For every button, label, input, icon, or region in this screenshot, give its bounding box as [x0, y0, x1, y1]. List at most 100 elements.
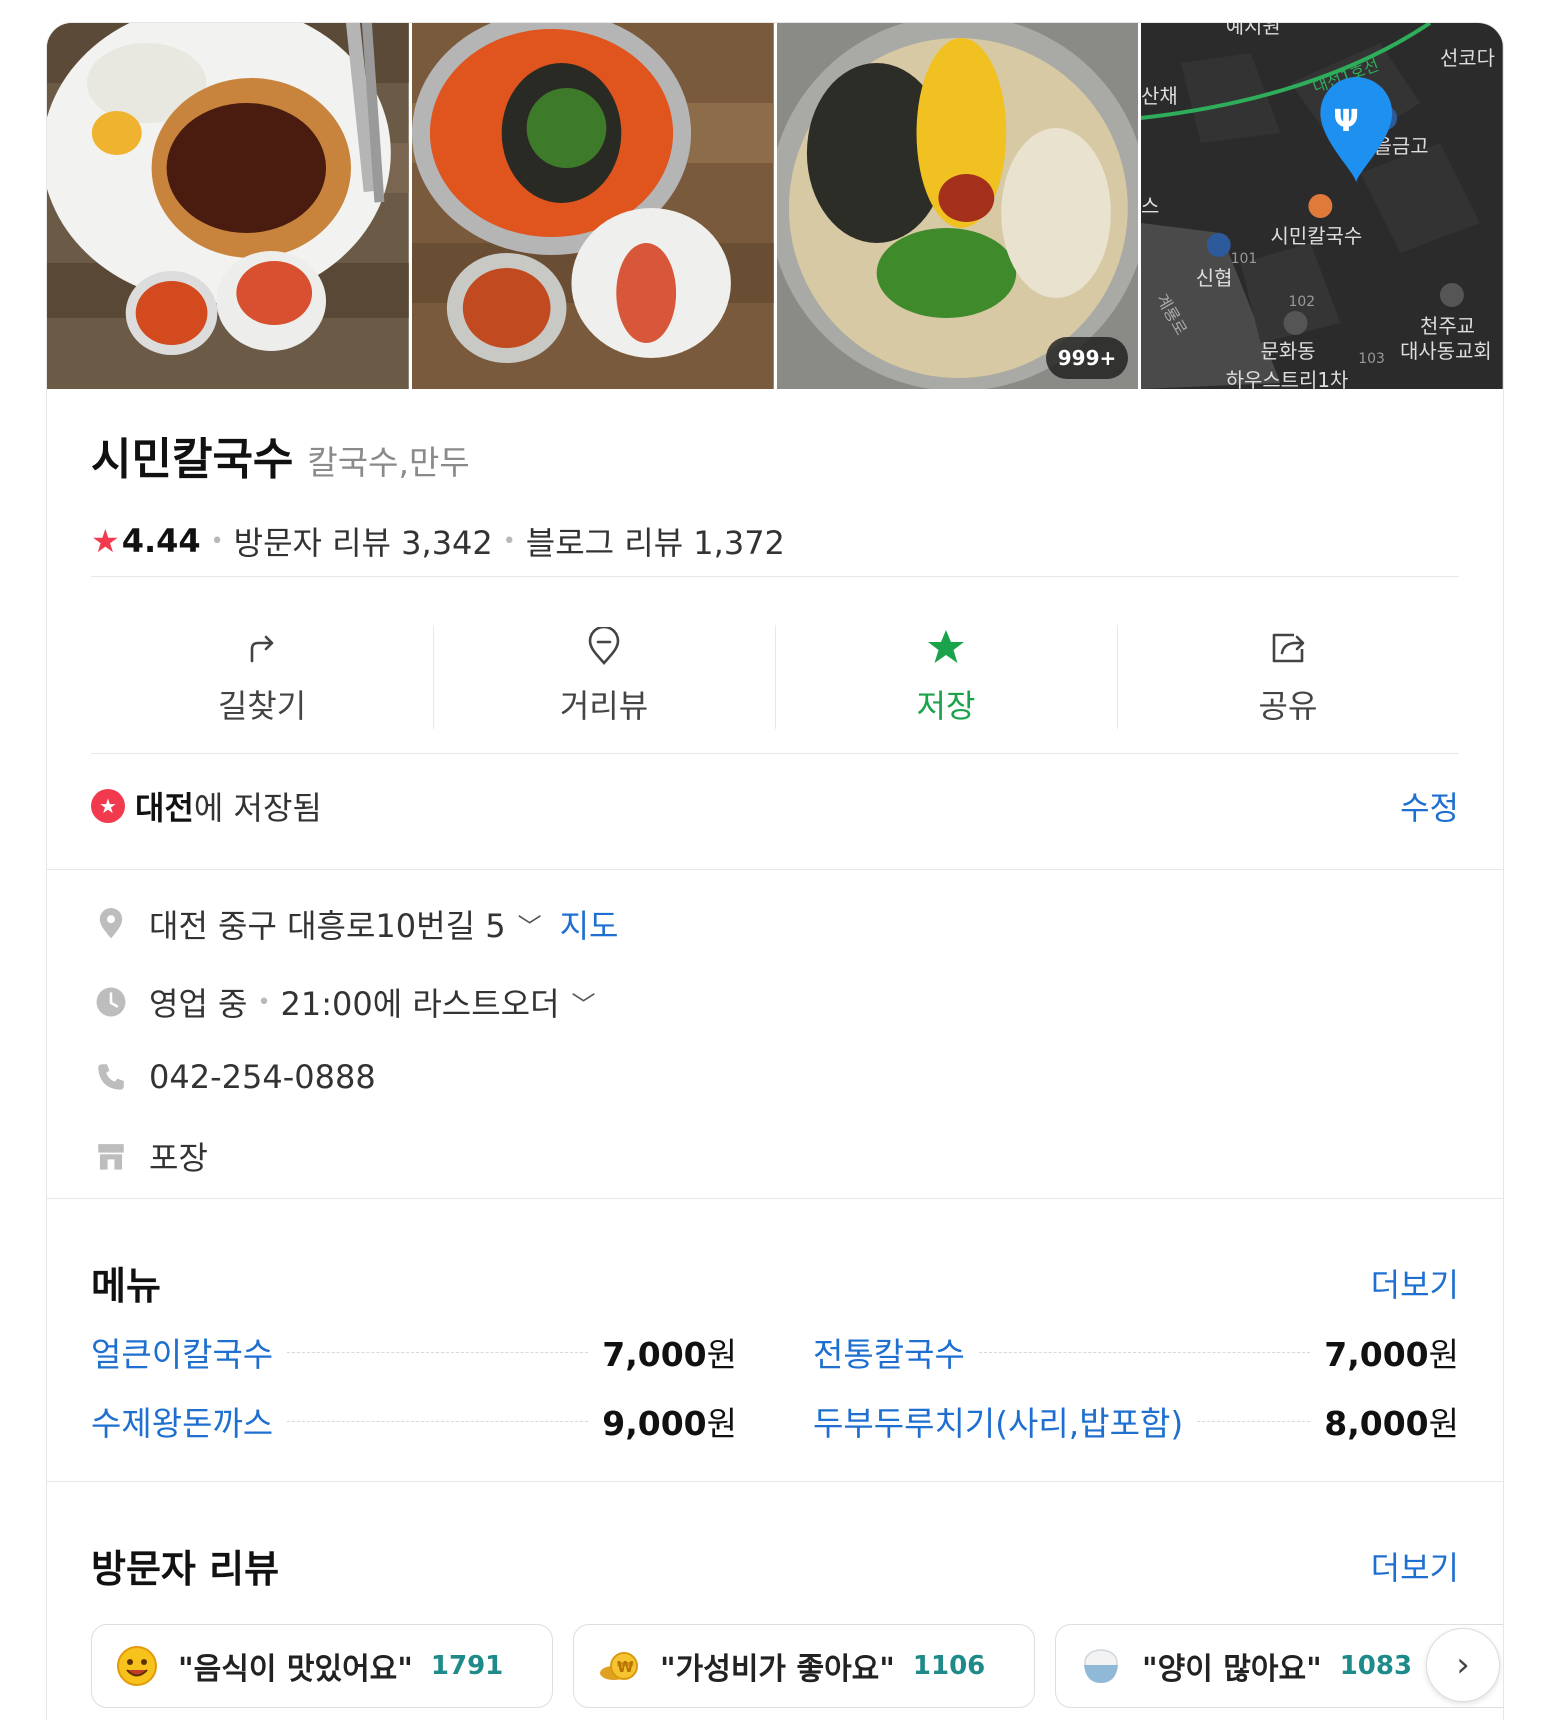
rating-row: ★ 4.44 • 방문자 리뷰 3,342 • 블로그 리뷰 1,372 [91, 518, 785, 564]
svg-text:천주교: 천주교 [1420, 314, 1475, 338]
action-bar: 길찾기 거리뷰 저장 공유 [91, 601, 1459, 753]
edit-saved-button[interactable]: 수정 [1400, 783, 1459, 829]
svg-text:102: 102 [1289, 294, 1316, 310]
menu-item-name[interactable]: 두부두루치기(사리,밥포함) [813, 1397, 1183, 1445]
svg-text:Ψ: Ψ [1334, 104, 1359, 139]
review-keyword-chips: "음식이 맛있어요" 1791 ₩ "가성비가 좋아요" 1106 "양이 많아… [91, 1624, 1503, 1710]
svg-text:대사동교회: 대사동교회 [1400, 339, 1492, 363]
menu-item[interactable]: 수제왕돈까스 9,000원 [91, 1397, 737, 1445]
place-name: 시민칼국수 [91, 434, 294, 485]
menu-header: 메뉴 더보기 [91, 1255, 1459, 1310]
section-divider [47, 869, 1503, 870]
review-chip[interactable]: "음식이 맛있어요" 1791 [91, 1624, 553, 1708]
dotted-leader [978, 1351, 1311, 1353]
reviews-title: 방문자 리뷰 [91, 1547, 280, 1591]
address-text: 대전 중구 대흥로10번길 5 [149, 907, 506, 945]
svg-text:₩: ₩ [617, 1658, 634, 1676]
svg-text:하우스트리1차: 하우스트리1차 [1226, 368, 1349, 389]
reviews-header: 방문자 리뷰 더보기 [91, 1538, 1459, 1593]
menu-item-price: 8,000원 [1324, 1404, 1459, 1443]
menu-item-name[interactable]: 전통칼국수 [813, 1328, 965, 1376]
service-text: 포장 [149, 1139, 208, 1177]
saved-star-icon: ★ [91, 789, 125, 823]
photo-count-badge[interactable]: 999+ [1045, 337, 1129, 379]
separator-dot: • [210, 528, 224, 554]
divider [91, 753, 1459, 754]
save-label: 저장 [916, 687, 976, 725]
svg-text:문화동: 문화동 [1261, 339, 1316, 363]
phone-row: 042-254-0888 [91, 1057, 376, 1097]
last-order-text: 21:00에 라스트오더 [280, 985, 560, 1023]
section-divider [47, 1198, 1503, 1199]
saved-list-name[interactable]: 대전 [135, 783, 194, 829]
share-label: 공유 [1258, 687, 1318, 725]
title-row: 시민칼국수 칼국수,만두 [91, 423, 470, 487]
phone-number[interactable]: 042-254-0888 [149, 1058, 376, 1096]
menu-item-price: 7,000원 [602, 1335, 737, 1374]
rating-star-icon: ★ [91, 522, 120, 560]
directions-button[interactable]: 길찾기 [91, 601, 433, 753]
streetview-pin-icon [588, 627, 620, 665]
svg-text:101: 101 [1231, 251, 1258, 267]
streetview-label: 거리뷰 [559, 687, 649, 725]
menu-item[interactable]: 전통칼국수 7,000원 [813, 1328, 1459, 1376]
svg-text:시민칼국수: 시민칼국수 [1271, 224, 1363, 248]
directions-icon [250, 635, 274, 663]
smiley-icon [117, 1646, 157, 1686]
share-icon [1272, 633, 1305, 663]
svg-text:선코다: 선코다 [1440, 46, 1495, 70]
menu-item-price: 9,000원 [602, 1404, 737, 1443]
chevron-down-icon[interactable]: ﹀ [572, 985, 596, 1020]
menu-item-name[interactable]: 얼큰이칼국수 [91, 1328, 273, 1376]
photo-strip: 999+ 예지원 선코다 산채 대전1호선 마을금고 시민칼국수 스 101 신… [47, 23, 1503, 389]
review-chip[interactable]: ₩ "가성비가 좋아요" 1106 [573, 1624, 1035, 1708]
separator-dot: • [257, 989, 271, 1015]
svg-text:산채: 산채 [1141, 84, 1178, 108]
dotted-leader [1197, 1420, 1311, 1422]
store-icon [91, 1136, 131, 1176]
open-status: 영업 중 [149, 985, 248, 1023]
blog-review-count[interactable]: 블로그 리뷰 1,372 [526, 518, 785, 564]
address-row: 대전 중구 대흥로10번길 5 ﹀ 지도 [91, 901, 618, 947]
streetview-button[interactable]: 거리뷰 [433, 601, 775, 753]
clock-icon [91, 982, 131, 1022]
saved-row: ★ 대전 에 저장됨 수정 [91, 783, 1459, 829]
rating-value: 4.44 [121, 522, 201, 560]
section-divider [47, 1481, 1503, 1482]
photo-eolkeuni[interactable] [411, 23, 774, 389]
review-chip-count: 1083 [1339, 1651, 1413, 1681]
place-card: 999+ 예지원 선코다 산채 대전1호선 마을금고 시민칼국수 스 101 신… [46, 22, 1504, 1720]
photo-donkatsu[interactable] [47, 23, 409, 389]
review-chip-count: 1106 [912, 1651, 986, 1681]
review-chip-text: "가성비가 좋아요" [660, 1652, 895, 1687]
phone-icon [91, 1057, 131, 1097]
directions-label: 길찾기 [217, 687, 307, 725]
visitor-review-count[interactable]: 방문자 리뷰 3,342 [234, 518, 493, 564]
menu-more-link[interactable]: 더보기 [1371, 1260, 1459, 1306]
map-link[interactable]: 지도 [560, 901, 619, 947]
map-label: 예지원 [1226, 23, 1281, 38]
map-thumbnail[interactable]: 예지원 선코다 산채 대전1호선 마을금고 시민칼국수 스 101 신협 102… [1141, 23, 1503, 389]
star-icon [928, 630, 964, 663]
chevron-right-icon[interactable]: › [1426, 1628, 1500, 1702]
chevron-down-icon[interactable]: ﹀ [518, 907, 542, 942]
menu-item-price: 7,000원 [1324, 1335, 1459, 1374]
save-button[interactable]: 저장 [775, 601, 1117, 753]
svg-text:스: 스 [1141, 194, 1159, 218]
menu-item-name[interactable]: 수제왕돈까스 [91, 1397, 273, 1445]
share-button[interactable]: 공유 [1117, 601, 1459, 753]
photo-traditional-kalguksu[interactable]: 999+ [776, 23, 1139, 389]
separator-dot: • [502, 528, 516, 554]
menu-title: 메뉴 [91, 1264, 161, 1308]
dotted-leader [287, 1351, 589, 1353]
rice-bowl-icon [1084, 1649, 1118, 1683]
location-pin-icon [91, 904, 131, 944]
coins-icon: ₩ [600, 1652, 638, 1680]
service-row: 포장 [91, 1133, 208, 1179]
reviews-more-link[interactable]: 더보기 [1371, 1543, 1459, 1589]
review-chip-count: 1791 [430, 1651, 504, 1681]
saved-suffix: 에 저장됨 [193, 789, 322, 827]
review-chip-text: "양이 많아요" [1142, 1652, 1322, 1687]
menu-item[interactable]: 두부두루치기(사리,밥포함) 8,000원 [813, 1397, 1459, 1445]
menu-item[interactable]: 얼큰이칼국수 7,000원 [91, 1328, 737, 1376]
